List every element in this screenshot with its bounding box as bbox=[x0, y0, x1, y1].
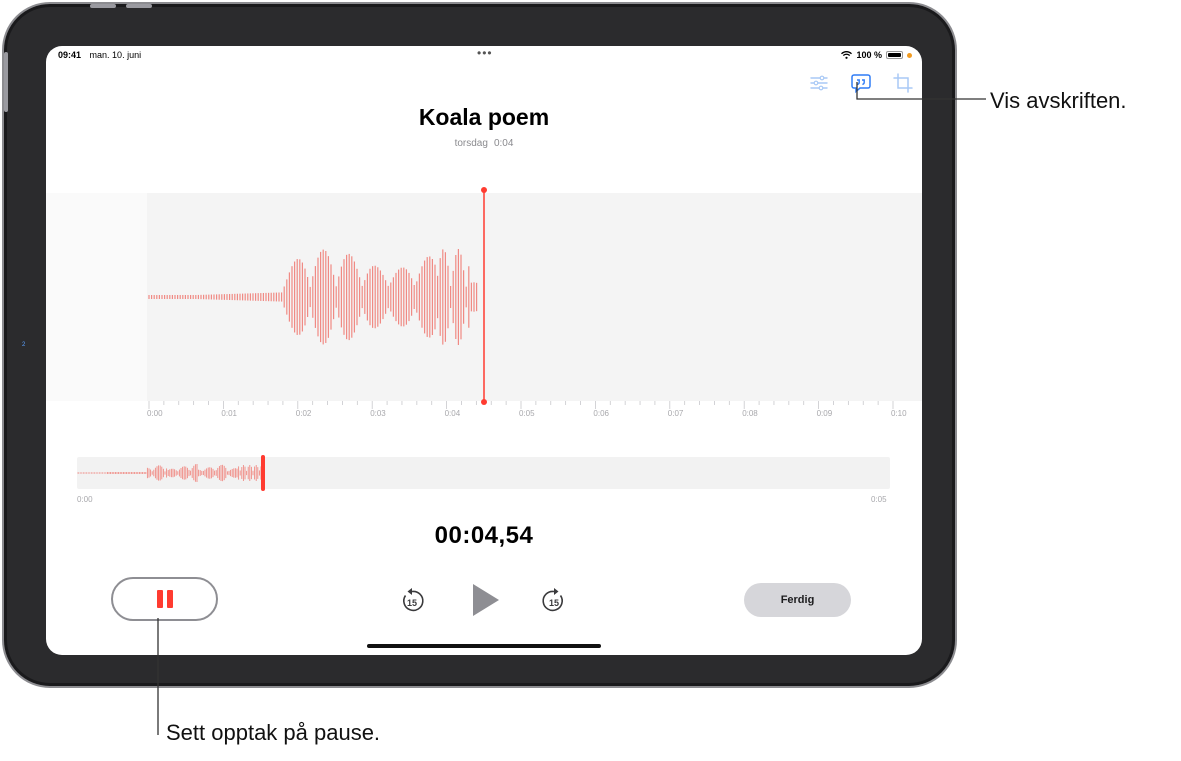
callout-pause: Sett opptak på pause. bbox=[166, 720, 381, 745]
callout-transcript: Vis avskriften. bbox=[990, 88, 1127, 113]
callout-lines bbox=[157, 82, 986, 735]
